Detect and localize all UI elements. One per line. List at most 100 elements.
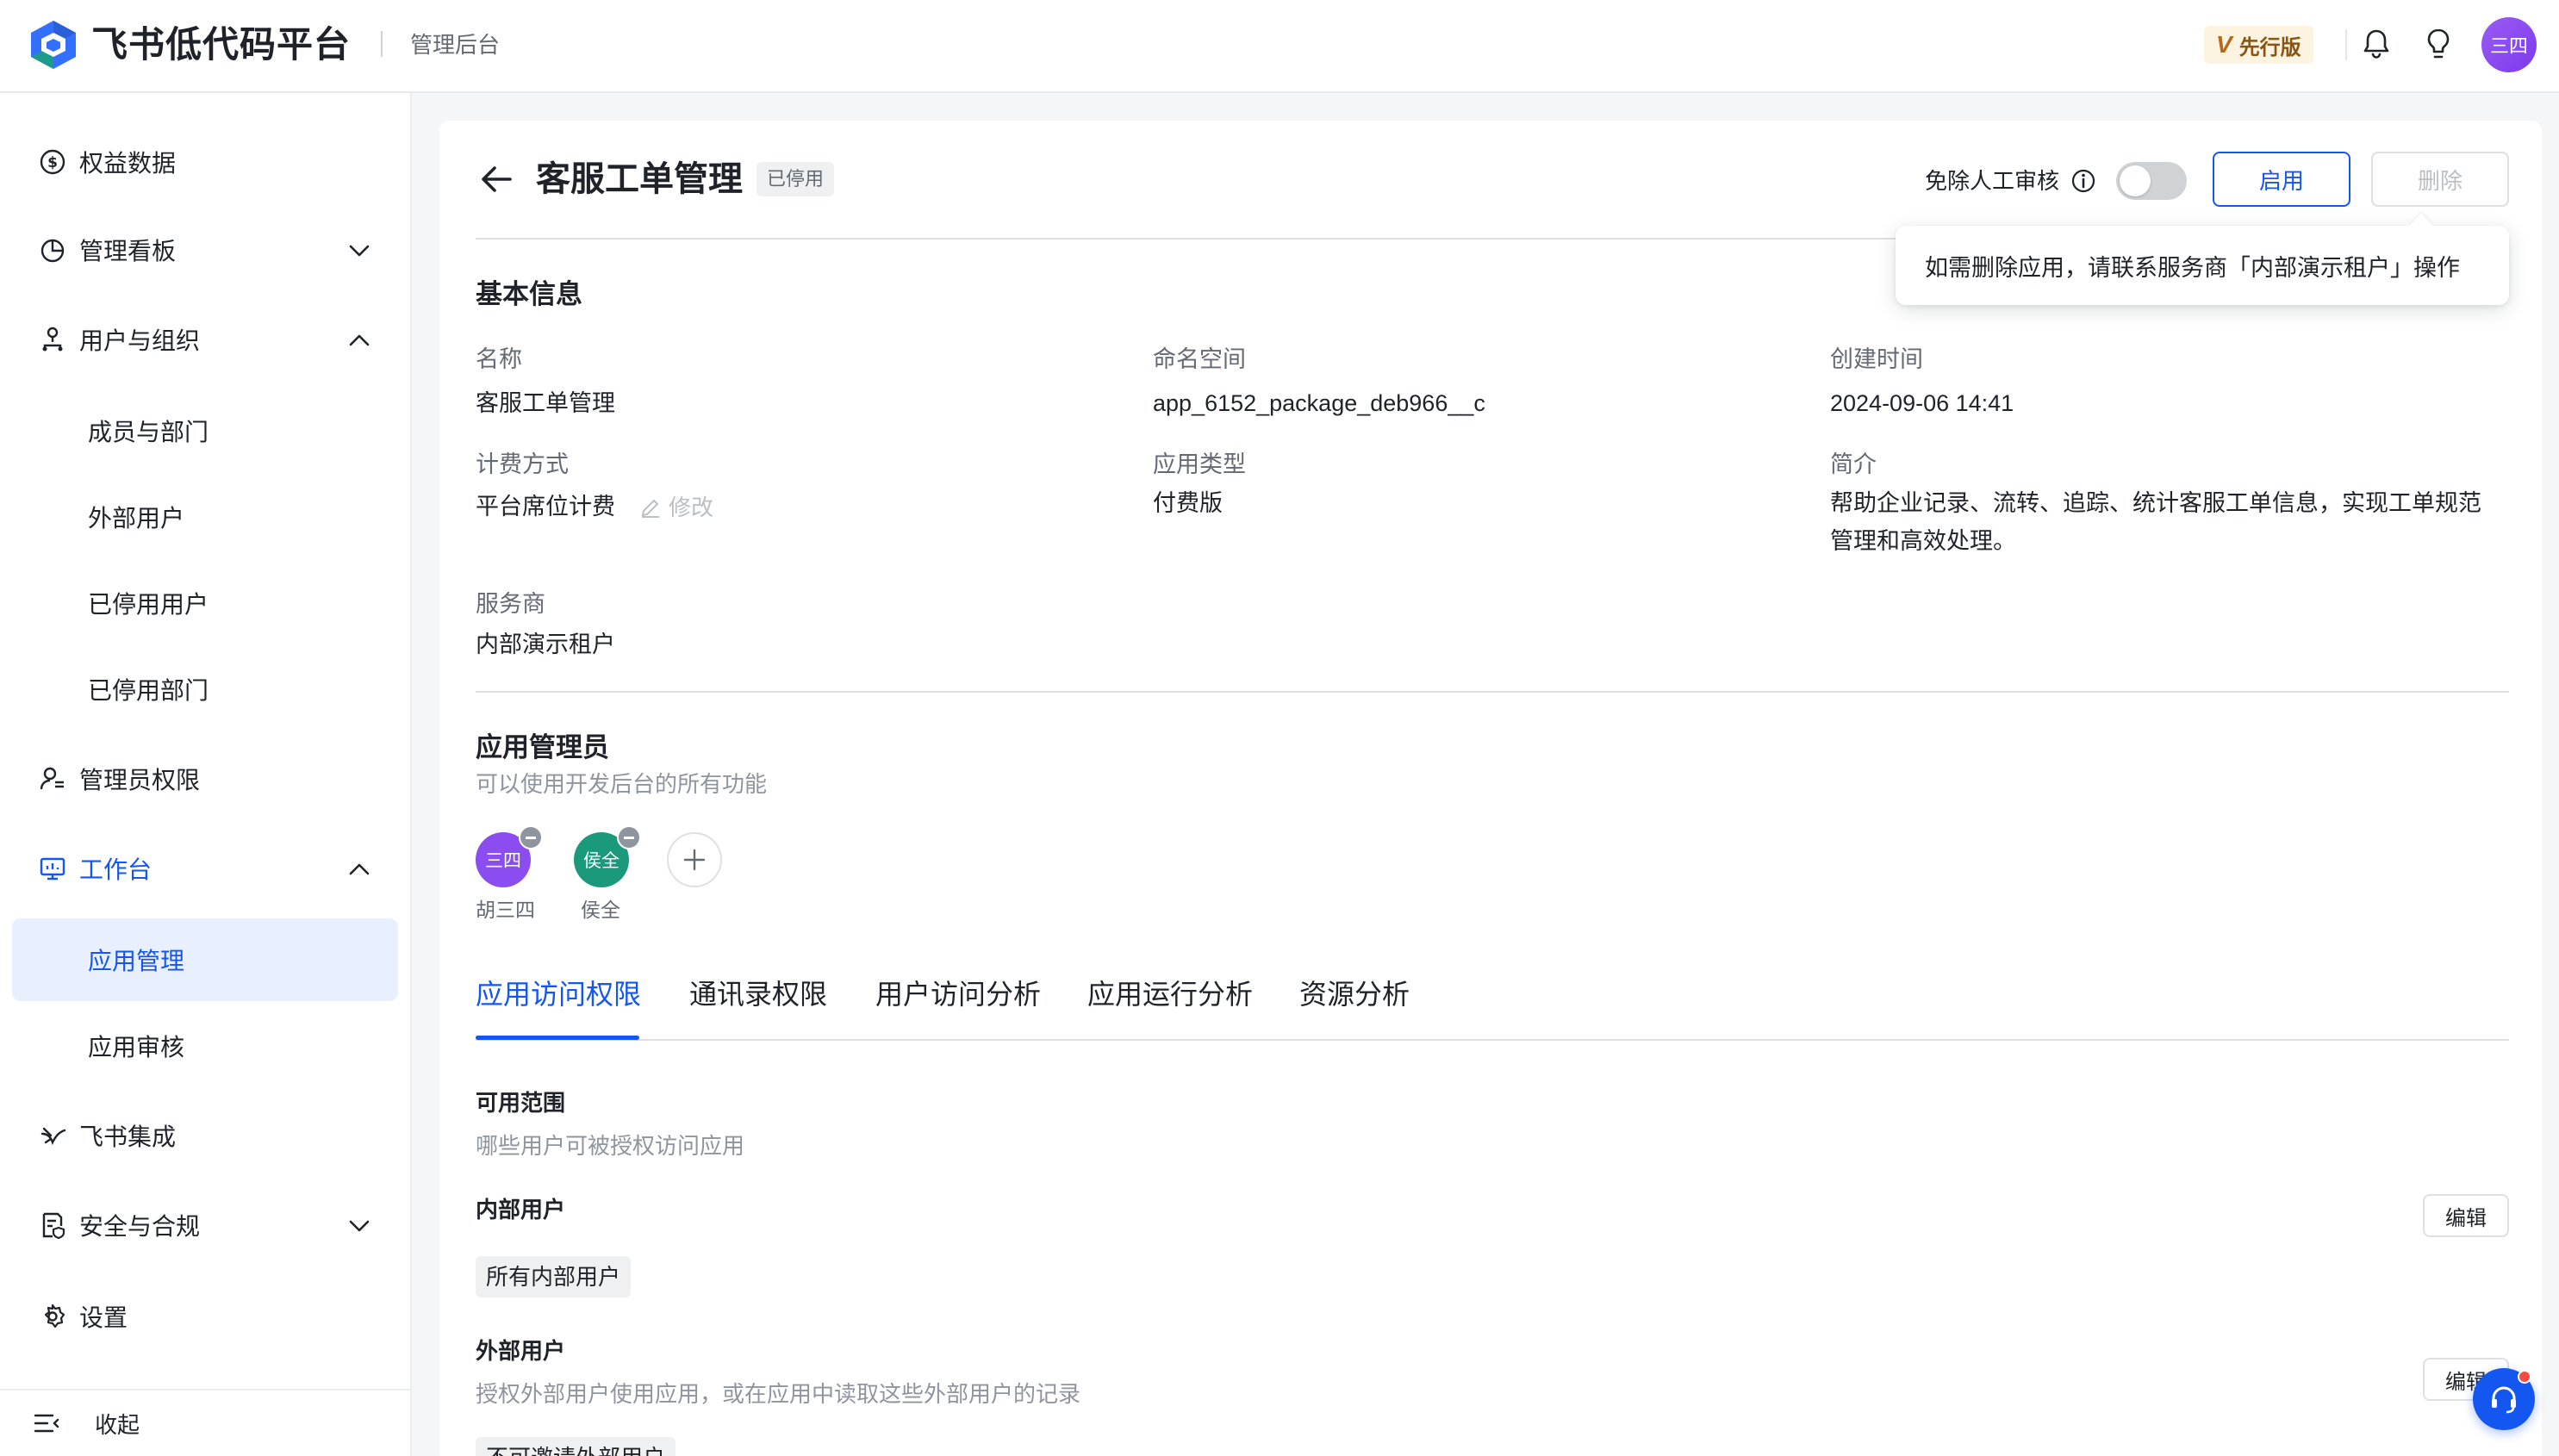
integration-icon	[38, 1121, 67, 1150]
admin-name: 侯全	[581, 899, 620, 921]
sidebar-item-users-org[interactable]: 用户与组织	[12, 298, 398, 381]
provider-value: 内部演示租户	[476, 632, 615, 657]
add-admin-button[interactable]	[667, 832, 722, 887]
remove-admin-icon[interactable]	[519, 825, 543, 849]
sidebar: $ 权益数据 管理看板 用户与组织 成员与部门 外部用户 已停用用户 已停用部门…	[0, 93, 412, 1456]
sidebar-item-disabled-users[interactable]: 已停用用户	[12, 562, 398, 644]
brand-divider	[381, 31, 383, 57]
created-time-value: 2024-09-06 14:41	[1830, 390, 2014, 416]
namespace-value: app_6152_package_deb966__c	[1153, 390, 1485, 416]
delete-tooltip-text: 如需删除应用，请联系服务商「内部演示租户」操作	[1925, 254, 2460, 281]
sidebar-item-label: 用户与组织	[79, 327, 201, 354]
admin-user-icon	[38, 764, 67, 793]
sidebar-item-app-management[interactable]: 应用管理	[12, 918, 398, 1001]
sidebar-item-disabled-departments[interactable]: 已停用部门	[12, 648, 398, 731]
dollar-circle-icon: $	[38, 147, 67, 177]
admins-title: 应用管理员	[476, 732, 609, 762]
sidebar-item-label: 飞书集成	[79, 1123, 177, 1150]
billing-edit-link[interactable]: 修改	[639, 491, 713, 524]
monitor-icon	[38, 854, 67, 883]
review-exempt-toggle[interactable]	[2116, 162, 2187, 200]
scope-description: 哪些用户可被授权访问应用	[476, 1133, 745, 1159]
created-time-label: 创建时间	[1830, 346, 1923, 372]
enable-button[interactable]: 启用	[2213, 152, 2350, 207]
section-divider	[476, 691, 2509, 693]
tab-resource-analysis[interactable]: 资源分析	[1299, 974, 1410, 1015]
delete-button[interactable]: 删除	[2371, 152, 2509, 207]
headset-icon	[2492, 1386, 2516, 1414]
top-header: 飞书低代码平台 管理后台 V 先行版 三四	[0, 0, 2559, 93]
basic-info-title: 基本信息	[476, 279, 582, 309]
tab-user-access-analysis[interactable]: 用户访问分析	[875, 974, 1041, 1015]
chevron-up-icon	[349, 334, 370, 346]
sidebar-item-settings[interactable]: 设置	[12, 1275, 398, 1358]
security-doc-icon	[38, 1210, 67, 1240]
sidebar-item-label: 管理看板	[79, 238, 177, 264]
intro-value-line2: 管理和高效处理。	[1830, 528, 2016, 554]
tab-app-runtime-analysis[interactable]: 应用运行分析	[1087, 974, 1253, 1015]
sidebar-item-benefits-data[interactable]: $ 权益数据	[12, 121, 398, 203]
provider-label: 服务商	[476, 591, 545, 617]
chevron-down-icon	[349, 245, 370, 257]
edition-v-mark: V	[2216, 31, 2232, 58]
edition-label: 先行版	[2238, 35, 2301, 59]
external-users-title: 外部用户	[476, 1338, 566, 1364]
name-label: 名称	[476, 346, 522, 372]
billing-edit-label: 修改	[669, 495, 714, 520]
collapse-label: 收起	[95, 1411, 140, 1438]
billing-label: 计费方式	[476, 451, 569, 477]
app-type-value: 付费版	[1153, 490, 1223, 516]
app-type-label: 应用类型	[1153, 451, 1246, 477]
svg-text:$: $	[47, 154, 58, 171]
lightbulb-icon[interactable]	[2419, 26, 2457, 64]
sidebar-item-label: 外部用户	[88, 505, 185, 532]
pencil-icon	[641, 499, 659, 518]
sidebar-item-admin-permissions[interactable]: 管理员权限	[12, 737, 398, 820]
intro-label: 简介	[1830, 451, 1877, 477]
gear-icon	[38, 1302, 67, 1331]
chevron-down-icon	[349, 1220, 370, 1232]
admins-description: 可以使用开发后台的所有功能	[476, 771, 768, 797]
header-divider	[2345, 29, 2347, 60]
sidebar-item-external-users[interactable]: 外部用户	[12, 476, 398, 558]
remove-admin-icon[interactable]	[617, 825, 641, 849]
sidebar-item-label: 已停用用户	[88, 591, 209, 618]
pie-chart-icon	[38, 235, 67, 264]
chevron-up-icon	[349, 863, 370, 875]
sidebar-item-feishu-integration[interactable]: 飞书集成	[12, 1094, 398, 1177]
internal-users-chip: 所有内部用户	[476, 1256, 632, 1297]
edit-internal-users-button[interactable]: 编辑	[2423, 1194, 2509, 1237]
user-avatar[interactable]: 三四	[2481, 17, 2537, 72]
sidebar-item-workbench[interactable]: 工作台	[12, 827, 398, 910]
collapse-menu-icon	[34, 1414, 59, 1433]
back-arrow-icon[interactable]	[476, 159, 517, 200]
sidebar-collapse-button[interactable]: 收起	[0, 1389, 410, 1456]
bell-icon[interactable]	[2357, 26, 2395, 64]
sidebar-item-label: 已停用部门	[88, 677, 209, 704]
sidebar-item-app-review[interactable]: 应用审核	[12, 1005, 398, 1087]
name-value: 客服工单管理	[476, 390, 615, 416]
logo-icon	[31, 21, 76, 69]
tab-app-access[interactable]: 应用访问权限	[476, 974, 641, 1015]
sidebar-item-dashboard[interactable]: 管理看板	[12, 208, 398, 291]
sidebar-item-label: 应用审核	[88, 1034, 185, 1061]
info-icon[interactable]	[2070, 167, 2097, 195]
sidebar-item-label: 设置	[79, 1304, 128, 1331]
toggle-knob	[2120, 165, 2151, 196]
sidebar-item-label: 管理员权限	[79, 767, 201, 793]
sidebar-item-label: 工作台	[79, 856, 153, 883]
app-detail-card: 客服工单管理 已停用 免除人工审核 启用 删除 基本信息 名称 客服工单管理 命…	[439, 121, 2542, 1456]
external-users-description: 授权外部用户使用应用，或在应用中读取这些外部用户的记录	[476, 1381, 1081, 1407]
status-badge: 已停用	[756, 162, 835, 196]
scope-title: 可用范围	[476, 1090, 566, 1116]
billing-value: 平台席位计费	[476, 494, 615, 520]
active-tab-indicator	[476, 1036, 639, 1040]
tab-contacts-permission[interactable]: 通讯录权限	[689, 974, 827, 1015]
page-title: 客服工单管理	[536, 160, 743, 198]
delete-tooltip: 如需删除应用，请联系服务商「内部演示租户」操作	[1896, 226, 2509, 305]
sidebar-item-label: 成员与部门	[88, 419, 209, 445]
edition-badge[interactable]: V 先行版	[2204, 26, 2313, 64]
sidebar-item-members-departments[interactable]: 成员与部门	[12, 389, 398, 472]
review-exempt-label: 免除人工审核	[1925, 168, 2060, 194]
sidebar-item-security-compliance[interactable]: 安全与合规	[12, 1184, 398, 1266]
